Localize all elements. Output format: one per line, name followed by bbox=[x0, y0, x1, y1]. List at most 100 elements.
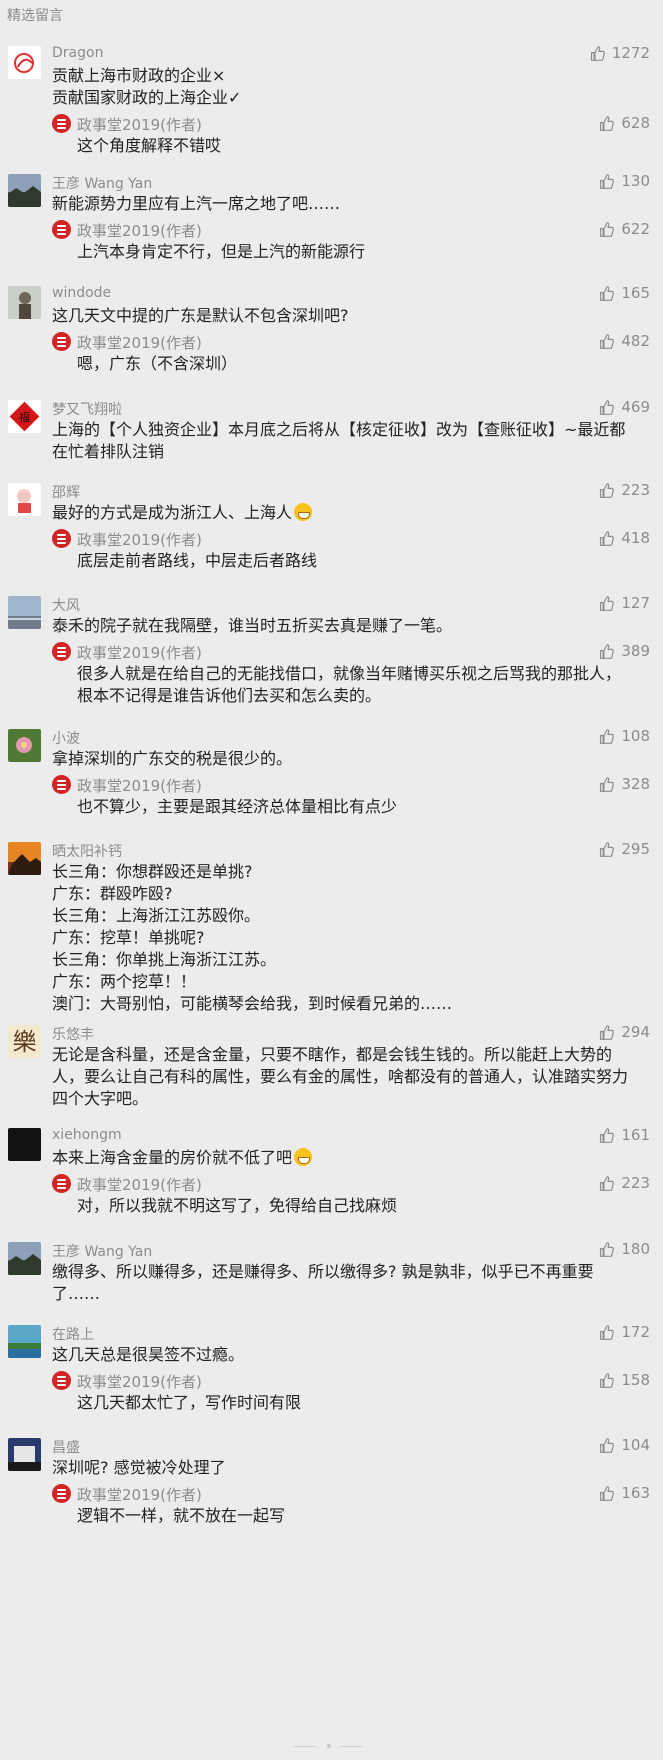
comment-nickname[interactable]: 王彦 Wang Yan bbox=[52, 1241, 152, 1261]
author-avatar[interactable] bbox=[52, 642, 71, 661]
reply-like-button[interactable]: 223 bbox=[598, 1174, 650, 1192]
author-avatar[interactable] bbox=[52, 775, 71, 794]
reply-author-name[interactable]: 政事堂2019(作者) bbox=[77, 529, 202, 550]
reply-author-name[interactable]: 政事堂2019(作者) bbox=[77, 220, 202, 241]
end-indicator bbox=[0, 1742, 663, 1752]
like-button[interactable]: 172 bbox=[598, 1323, 650, 1341]
reply-like-button[interactable]: 163 bbox=[598, 1484, 650, 1502]
thumbs-up-icon bbox=[598, 333, 621, 350]
comment-line: 澳门：大哥别怕，可能横琴会给我，到时候看兄弟的…… bbox=[52, 994, 453, 1013]
reply-text: 很多人就是在给自己的无能找借口，就像当年赌博买乐视之后骂我的那批人， 根本不记得是… bbox=[77, 663, 652, 707]
emoji-icon bbox=[294, 503, 313, 521]
reply-like-button[interactable]: 389 bbox=[598, 642, 650, 660]
reply-like-button[interactable]: 328 bbox=[598, 775, 650, 793]
like-button[interactable]: 108 bbox=[598, 727, 650, 745]
svg-text:福: 福 bbox=[19, 410, 30, 424]
thumbs-up-icon bbox=[598, 1437, 621, 1454]
avatar-chang-sheng[interactable] bbox=[8, 1438, 41, 1471]
like-button[interactable]: 180 bbox=[598, 1240, 650, 1258]
comment-line: 广东：挖草！单挑呢? bbox=[52, 928, 205, 947]
comment-nickname[interactable]: 邵辉 bbox=[52, 482, 80, 502]
comment-line: 四个大字吧。 bbox=[52, 1089, 149, 1108]
reply-author-name[interactable]: 政事堂2019(作者) bbox=[77, 1484, 202, 1505]
reply-author-name[interactable]: 政事堂2019(作者) bbox=[77, 114, 202, 135]
reply-text: 底层走前者路线，中层走后者路线 bbox=[77, 550, 652, 572]
comment-text: 新能源势力里应有上汽一席之地了吧…… bbox=[52, 193, 652, 215]
avatar-wang-yan[interactable] bbox=[8, 174, 41, 207]
reply-text: 逻辑不一样，就不放在一起写 bbox=[77, 1505, 652, 1527]
reply-like-button[interactable]: 482 bbox=[598, 332, 650, 350]
comment-nickname[interactable]: Dragon bbox=[52, 45, 103, 61]
reply-like-button[interactable]: 158 bbox=[598, 1371, 650, 1389]
reply-author-name[interactable]: 政事堂2019(作者) bbox=[77, 332, 202, 353]
like-button[interactable]: 161 bbox=[598, 1126, 650, 1144]
author-avatar[interactable] bbox=[52, 114, 71, 133]
reply-line: 嗯，广东（不含深圳） bbox=[77, 354, 238, 373]
author-avatar[interactable] bbox=[52, 1484, 71, 1503]
like-count: 418 bbox=[621, 529, 650, 547]
reply-like-button[interactable]: 628 bbox=[598, 114, 650, 132]
avatar-xiehongm[interactable] bbox=[8, 1128, 41, 1161]
like-button[interactable]: 127 bbox=[598, 594, 650, 612]
avatar-zai-lushang[interactable] bbox=[8, 1325, 41, 1358]
avatar-dragon[interactable] bbox=[8, 46, 41, 79]
avatar-windode[interactable] bbox=[8, 286, 41, 319]
reply-line: 这几天都太忙了，写作时间有限 bbox=[77, 1393, 302, 1412]
reply-text: 对，所以我就不明这写了，免得给自己找麻烦 bbox=[77, 1195, 652, 1217]
avatar-xiao-bo[interactable] bbox=[8, 729, 41, 762]
like-button[interactable]: 294 bbox=[598, 1023, 650, 1041]
thumbs-up-icon bbox=[598, 1372, 621, 1389]
like-count: 127 bbox=[621, 594, 650, 612]
author-avatar[interactable] bbox=[52, 1174, 71, 1193]
thumbs-up-icon bbox=[598, 1241, 621, 1258]
comment-nickname[interactable]: 乐悠丰 bbox=[52, 1024, 94, 1044]
like-count: 108 bbox=[621, 727, 650, 745]
comment-nickname[interactable]: 梦又飞翔啦 bbox=[52, 399, 122, 419]
comment-nickname[interactable]: 小波 bbox=[52, 728, 80, 748]
like-button[interactable]: 295 bbox=[598, 840, 650, 858]
comment-line: 深圳呢? 感觉被冷处理了 bbox=[52, 1458, 226, 1477]
like-button[interactable]: 469 bbox=[598, 398, 650, 416]
thumbs-up-icon bbox=[598, 841, 621, 858]
emoji-icon bbox=[294, 1148, 313, 1166]
reply-author-name[interactable]: 政事堂2019(作者) bbox=[77, 775, 202, 796]
comment-text: 这几天总是很昊签不过瘾。 bbox=[52, 1344, 652, 1366]
like-button[interactable]: 223 bbox=[598, 481, 650, 499]
author-avatar[interactable] bbox=[52, 332, 71, 351]
reply-like-button[interactable]: 418 bbox=[598, 529, 650, 547]
avatar-da-feng[interactable] bbox=[8, 596, 41, 629]
thumbs-up-icon bbox=[598, 482, 621, 499]
comment-line: 贡献上海市财政的企业× bbox=[52, 66, 226, 85]
like-count: 328 bbox=[621, 775, 650, 793]
avatar-le-youfeng[interactable]: 樂 bbox=[8, 1025, 41, 1058]
avatar-shai-taiyang[interactable] bbox=[8, 842, 41, 875]
like-button[interactable]: 165 bbox=[598, 284, 650, 302]
comment-line: 了…… bbox=[52, 1284, 101, 1303]
reply-like-button[interactable]: 622 bbox=[598, 220, 650, 238]
like-button[interactable]: 130 bbox=[598, 172, 650, 190]
comment-nickname[interactable]: 大风 bbox=[52, 595, 80, 615]
comment-nickname[interactable]: xiehongm bbox=[52, 1127, 122, 1143]
reply-author-name[interactable]: 政事堂2019(作者) bbox=[77, 1174, 202, 1195]
author-avatar[interactable] bbox=[52, 529, 71, 548]
like-count: 163 bbox=[621, 1484, 650, 1502]
reply-line: 根本不记得是谁告诉他们去买和怎么卖的。 bbox=[77, 686, 382, 705]
comment-nickname[interactable]: 王彦 Wang Yan bbox=[52, 173, 152, 193]
reply-text: 嗯，广东（不含深圳） bbox=[77, 353, 652, 375]
avatar-wang-yan-2[interactable] bbox=[8, 1242, 41, 1275]
avatar-shao-hui[interactable] bbox=[8, 483, 41, 516]
author-avatar[interactable] bbox=[52, 1371, 71, 1390]
reply-author-name[interactable]: 政事堂2019(作者) bbox=[77, 642, 202, 663]
comment-nickname[interactable]: 在路上 bbox=[52, 1324, 94, 1344]
like-button[interactable]: 1272 bbox=[589, 44, 650, 62]
author-avatar[interactable] bbox=[52, 220, 71, 239]
like-count: 1272 bbox=[611, 44, 650, 62]
avatar-meng-you[interactable]: 福 bbox=[8, 400, 41, 433]
like-count: 469 bbox=[621, 398, 650, 416]
like-button[interactable]: 104 bbox=[598, 1436, 650, 1454]
comment-nickname[interactable]: 晒太阳补钙 bbox=[52, 841, 122, 861]
reply-author-name[interactable]: 政事堂2019(作者) bbox=[77, 1371, 202, 1392]
comment-line: 上海的【个人独资企业】本月底之后将从【核定征收】改为【查账征收】~最近都 bbox=[52, 420, 626, 439]
comment-nickname[interactable]: windode bbox=[52, 285, 111, 301]
comment-nickname[interactable]: 昌盛 bbox=[52, 1437, 80, 1457]
